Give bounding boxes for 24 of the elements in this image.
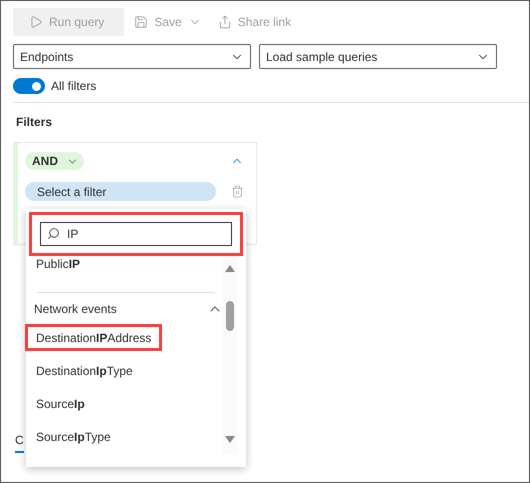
list-item[interactable]: DestinationIPAddress	[25, 324, 162, 352]
scroll-thumb[interactable]	[226, 301, 234, 331]
delete-icon[interactable]	[231, 185, 244, 198]
list-item[interactable]: PublicIP	[25, 250, 92, 278]
scroll-up-icon[interactable]	[225, 264, 235, 272]
dropdown-select[interactable]: Load sample queries	[259, 44, 497, 69]
scroll-down-icon[interactable]	[225, 436, 235, 444]
tab[interactable]: C	[15, 433, 24, 453]
operator-dropdown[interactable]: AND	[25, 152, 84, 170]
toggle-label: All filters	[51, 79, 96, 93]
search-field[interactable]: IP	[40, 222, 232, 246]
filter-selector[interactable]: Select a filter	[25, 182, 216, 201]
scrollbar[interactable]	[223, 256, 237, 454]
toggle-switch[interactable]	[13, 78, 45, 94]
section-heading: Filters	[16, 115, 54, 129]
list-item[interactable]: DestinationIpType	[25, 357, 144, 385]
dropdown-select[interactable]: Endpoints	[13, 44, 251, 69]
search-icon	[47, 227, 60, 240]
list-item[interactable]: SourceIpType	[25, 424, 122, 451]
share-icon	[218, 15, 232, 29]
play-icon	[29, 15, 43, 29]
group-title: Network events	[34, 302, 117, 316]
save-icon	[134, 15, 148, 29]
list-item[interactable]: SourceIp	[25, 390, 96, 418]
